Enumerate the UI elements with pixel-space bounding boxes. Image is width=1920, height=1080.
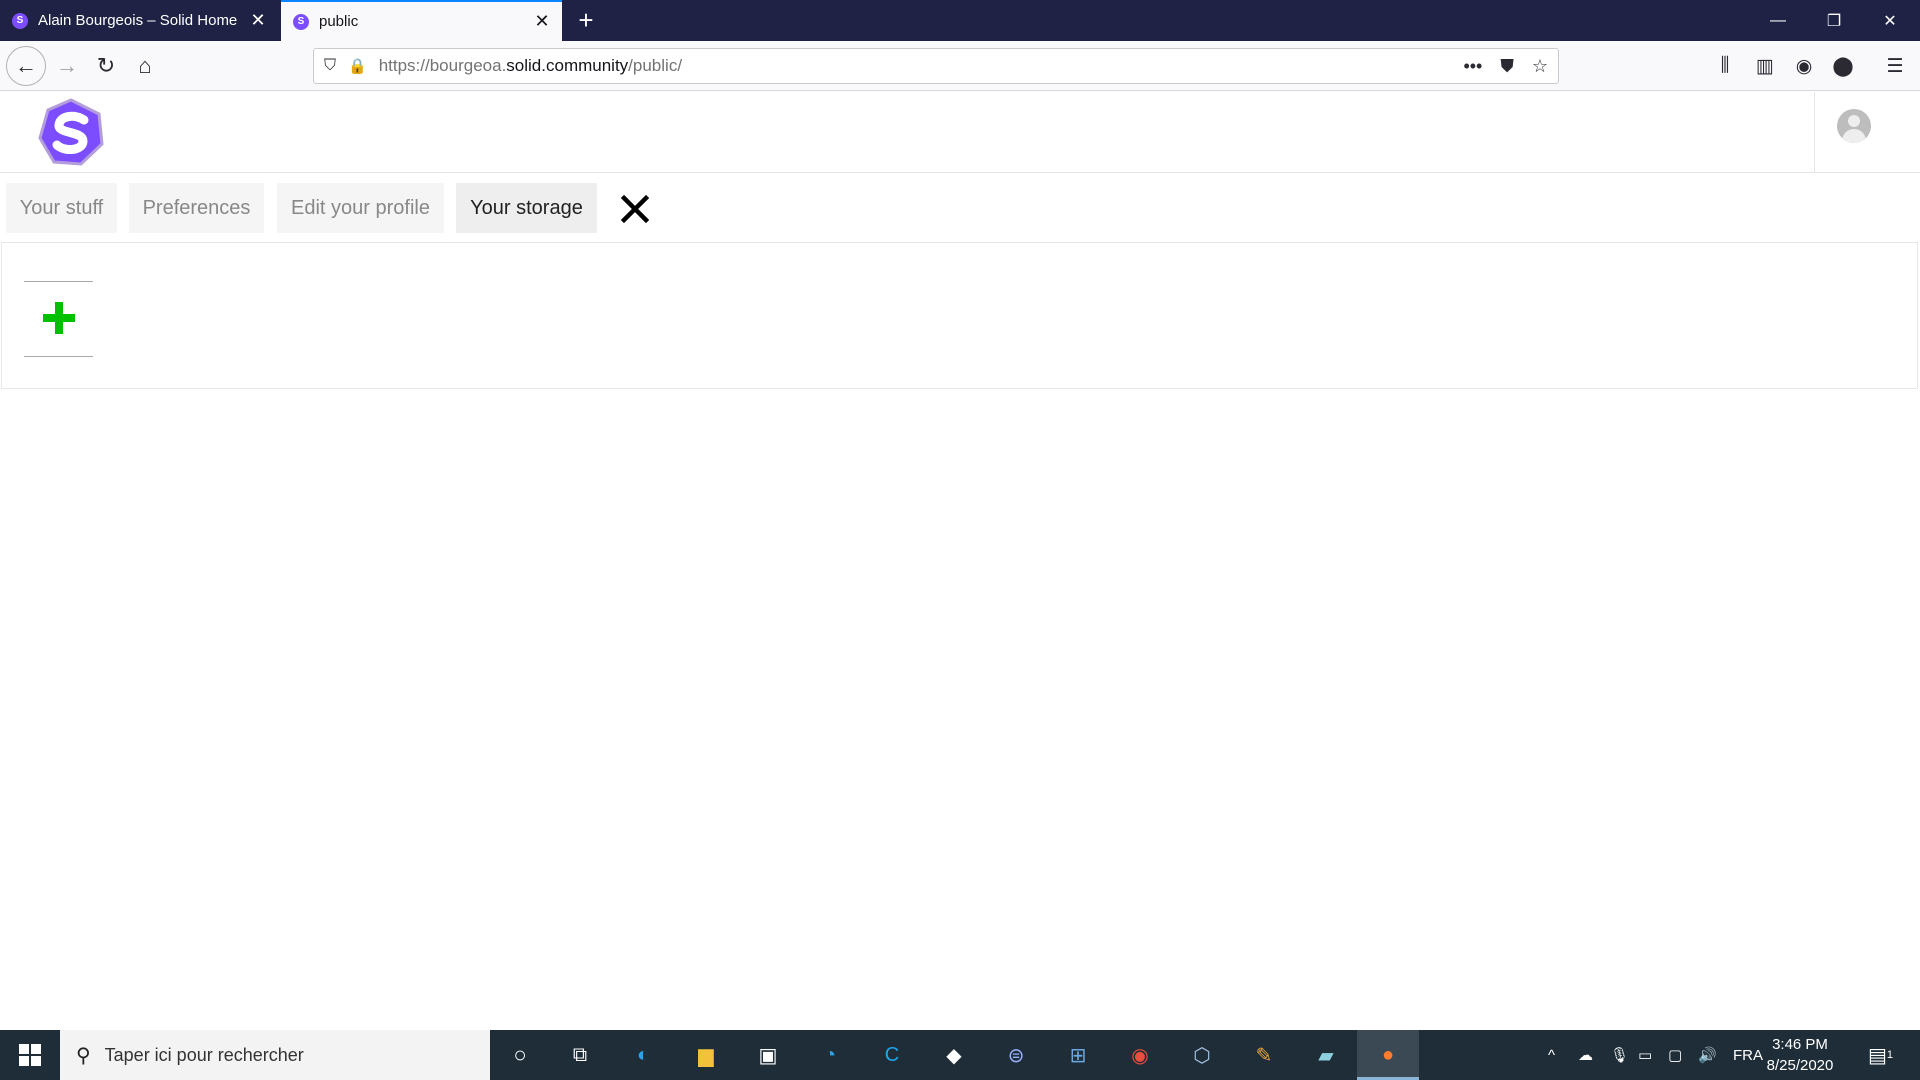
back-arrow-icon[interactable]: ←	[6, 46, 46, 86]
firefox-icon: ●	[1381, 1043, 1395, 1066]
close-icon[interactable]	[618, 192, 652, 226]
tab-your-stuff[interactable]: Your stuff	[6, 183, 117, 233]
extension-icon[interactable]: ⬤	[1826, 49, 1860, 83]
new-tab-button[interactable]: +	[570, 4, 602, 36]
volume-icon[interactable]: 🔊	[1698, 1030, 1717, 1080]
tab-preferences[interactable]: Preferences	[129, 183, 264, 233]
solid-favicon-icon: S	[293, 13, 309, 30]
reload-icon[interactable]: ↻	[89, 49, 123, 83]
language-indicator[interactable]: FRA	[1733, 1030, 1763, 1080]
microsoft-store-icon[interactable]: ▣	[750, 1037, 786, 1073]
battery-icon[interactable]: ▭	[1638, 1030, 1652, 1080]
microphone-icon[interactable]: 🎙	[1610, 1030, 1629, 1080]
add-item-cell[interactable]	[24, 281, 93, 357]
windows-logo-icon	[19, 1044, 41, 1066]
edge-browser-icon[interactable]: ◐	[625, 1037, 661, 1073]
close-window-button[interactable]: ✕	[1862, 0, 1918, 41]
sidebar-icon[interactable]: ▥	[1748, 49, 1782, 83]
network-app-icon[interactable]: ⊞	[1060, 1037, 1096, 1073]
close-tab-icon[interactable]: ✕	[246, 9, 270, 33]
notes-app-icon[interactable]: ▰	[1308, 1037, 1344, 1073]
lock-icon[interactable]: 🔒	[348, 57, 367, 75]
storage-panel	[1, 242, 1918, 389]
close-tab-icon[interactable]: ✕	[530, 10, 554, 34]
minimize-window-button[interactable]: —	[1750, 0, 1806, 41]
cortana-icon[interactable]: ○	[502, 1037, 538, 1073]
hamburger-menu-icon[interactable]: ☰	[1878, 49, 1912, 83]
app-compass-icon[interactable]: ◔	[812, 1037, 848, 1073]
home-icon[interactable]: ⌂	[128, 49, 162, 83]
address-bar[interactable]: ⛉ 🔒 https://bourgeoa.solid.community/pub…	[313, 48, 1559, 84]
tracking-protection-shield-icon[interactable]: ⛉	[324, 57, 336, 75]
app-c-icon[interactable]: C	[874, 1037, 910, 1073]
tab-your-storage[interactable]: Your storage	[456, 183, 597, 233]
notification-count: 1	[1886, 1049, 1894, 1061]
pocket-icon[interactable]: ⛊	[1500, 56, 1514, 77]
bookmark-star-icon[interactable]: ☆	[1532, 56, 1548, 77]
task-view-icon[interactable]: ⧉	[562, 1037, 598, 1073]
restore-window-button[interactable]: ❐	[1806, 0, 1862, 41]
taskbar-search-input[interactable]: ⚲ Taper ici pour rechercher	[60, 1030, 490, 1080]
browser-navigation-bar: ← → ↻ ⌂ ⛉ 🔒 https://bourgeoa.solid.commu…	[0, 41, 1920, 91]
browser-tab-solid-home[interactable]: S Alain Bourgeois – Solid Home ✕	[0, 0, 278, 41]
browser-tab-title: public	[319, 13, 359, 30]
forward-arrow-icon[interactable]: →	[50, 49, 84, 83]
app-tab-bar: Your stuff Preferences Edit your profile…	[0, 174, 1920, 242]
clock[interactable]: 3:46 PM 8/25/2020	[1760, 1034, 1840, 1076]
search-placeholder: Taper ici pour rechercher	[104, 1044, 304, 1065]
paint-app-icon[interactable]: ✎	[1246, 1037, 1282, 1073]
solid-logo-icon[interactable]	[36, 98, 106, 168]
windows-start-button[interactable]	[0, 1030, 60, 1080]
browser-tab-public[interactable]: S public ✕	[281, 0, 562, 41]
virtualbox-icon[interactable]: ⬡	[1184, 1037, 1220, 1073]
tab-edit-your-profile[interactable]: Edit your profile	[277, 183, 444, 233]
library-icon[interactable]: ⫼	[1708, 49, 1742, 83]
show-hidden-icons-icon[interactable]: ^	[1548, 1030, 1555, 1080]
url-text[interactable]: https://bourgeoa.solid.community/public/	[379, 56, 682, 76]
account-menu[interactable]	[1814, 92, 1920, 173]
browser-tab-title: Alain Bourgeois – Solid Home	[38, 12, 238, 29]
onedrive-error-icon[interactable]: ☁	[1578, 1030, 1593, 1080]
keepass-lock-icon[interactable]: ⊜	[998, 1037, 1034, 1073]
solid-favicon-icon: S	[12, 12, 28, 29]
network-icon[interactable]: ▢	[1668, 1030, 1682, 1080]
firefox-taskbar-item[interactable]: ●	[1357, 1030, 1419, 1080]
search-icon: ⚲	[76, 1044, 91, 1067]
page-actions-ellipsis-icon[interactable]: •••	[1463, 56, 1482, 77]
firefox-account-icon[interactable]: ◉	[1787, 49, 1821, 83]
app-cube-icon[interactable]: ◆	[936, 1037, 972, 1073]
file-explorer-icon[interactable]: ▆	[688, 1037, 724, 1073]
app-header	[0, 92, 1920, 173]
chrome-icon[interactable]: ◉	[1122, 1037, 1158, 1073]
windows-taskbar: ⚲ Taper ici pour rechercher ○ ⧉ ◐ ▆ ▣ ◔ …	[0, 1030, 1920, 1080]
browser-tab-strip: S Alain Bourgeois – Solid Home ✕ S publi…	[0, 0, 1920, 41]
clock-date: 8/25/2020	[1766, 1057, 1834, 1074]
add-plus-icon[interactable]	[40, 299, 78, 337]
avatar[interactable]	[1837, 109, 1871, 143]
clock-time: 3:46 PM	[1772, 1036, 1828, 1053]
notification-center-icon[interactable]: ▤ 1	[1868, 1030, 1893, 1080]
